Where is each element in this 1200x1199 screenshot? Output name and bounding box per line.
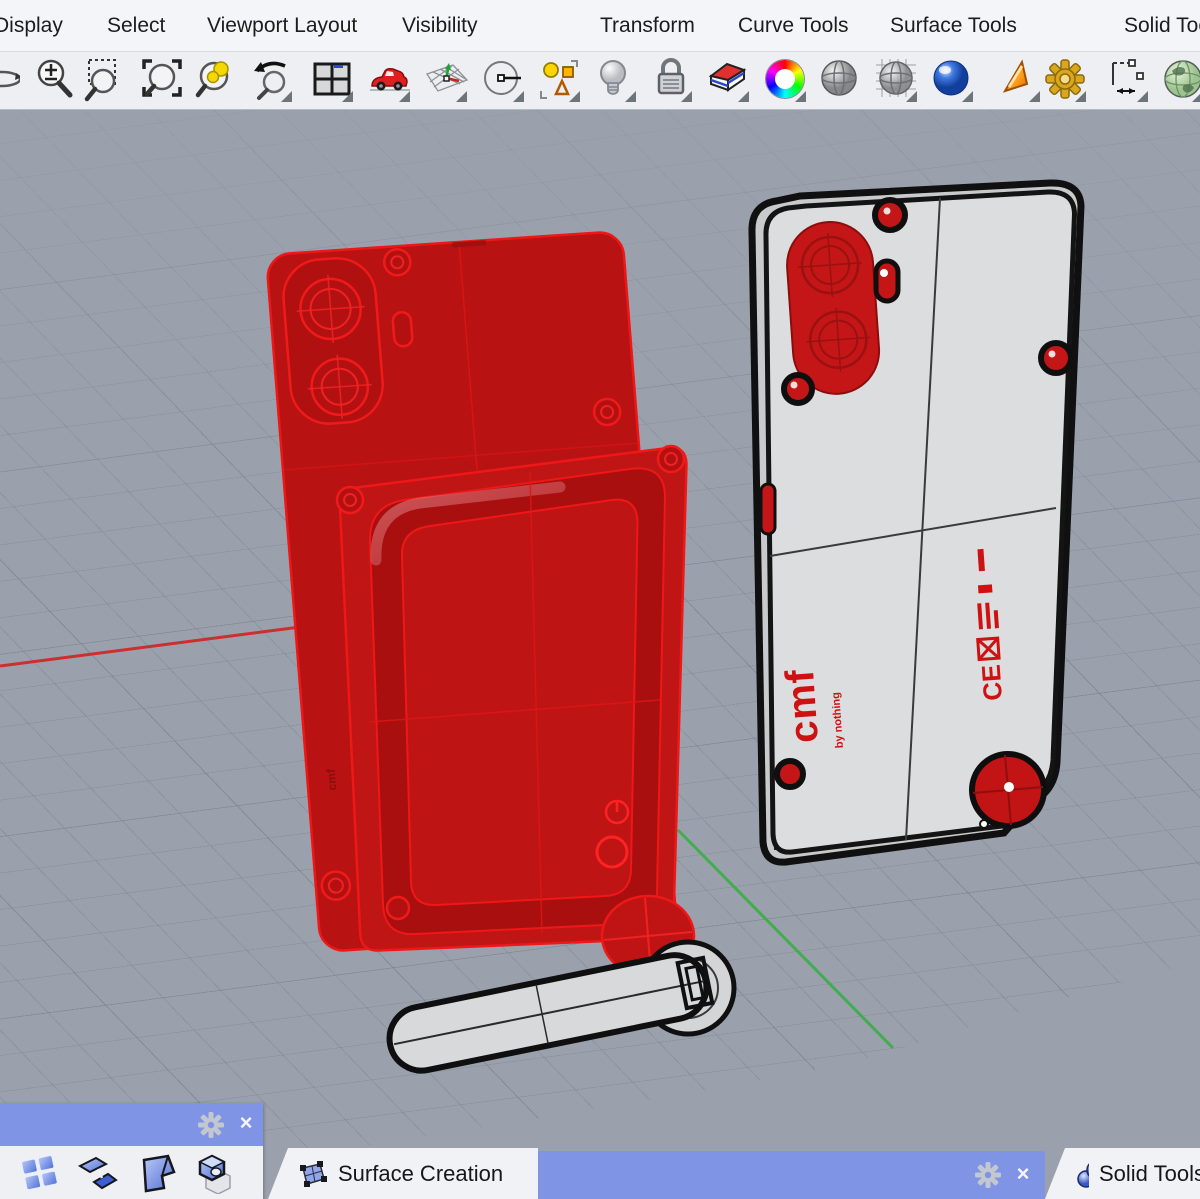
dock-close-icon[interactable]: × [1010,1160,1036,1188]
kickstand-model[interactable] [384,939,737,1076]
flyout-indicator [795,91,806,102]
zoom-extents-icon[interactable] [140,57,186,105]
cursor-cone-icon[interactable] [997,57,1043,105]
circle-tool-icon[interactable] [481,57,527,105]
menu-bar: Display Select Viewport Layout Visibilit… [0,0,1200,52]
lock-objects-icon[interactable] [649,57,695,105]
orbit-view-icon[interactable] [0,57,20,105]
svg-text:cmf: cmf [324,768,340,791]
cplane-grid-icon[interactable] [424,57,470,105]
bent-sheet-icon[interactable] [134,1152,178,1194]
svg-text:CE: CE [976,664,1008,702]
menu-select[interactable]: Select [107,0,165,52]
control-point-surface-icon [300,1160,327,1187]
flyout-indicator [681,91,692,102]
hide-lightbulb-icon[interactable] [593,57,639,105]
gray-phone-back-model[interactable]: cmf by nothing CE [748,179,1085,866]
named-view-car-icon[interactable] [367,57,413,105]
rhino-3d-window: { "menu": { "items": ["Display", "Select… [0,0,1200,1199]
surface-pair-icon[interactable] [76,1152,120,1194]
rendered-view-sphere-icon[interactable] [930,57,976,105]
scene-3d: cmf cmf by nothing CE [0,179,1085,1076]
menu-viewport-layout[interactable]: Viewport Layout [207,0,357,52]
cube-extrude-icon[interactable] [192,1152,236,1194]
tab-label: Surface Creation [338,1160,504,1186]
flyout-indicator [962,91,973,102]
menu-curve-tools[interactable]: Curve Tools [738,0,849,52]
flyout-indicator [625,91,636,102]
flyout-indicator [738,91,749,102]
flyout-indicator [906,91,917,102]
flyout-indicator [1137,91,1148,102]
viewport-layout-icon[interactable] [310,57,356,105]
solid-spheres-icon [1077,1159,1089,1188]
tab-surface-creation[interactable]: Surface Creation [268,1148,538,1199]
tab-solid-tools[interactable]: Solid Tools [1045,1148,1200,1199]
flyout-indicator [1075,91,1086,102]
flyout-indicator [342,91,353,102]
selection-filter-shapes-icon[interactable] [537,57,583,105]
flyout-indicator [281,91,292,102]
floating-toolbar-panel: × [0,1103,263,1199]
zoom-dynamic-icon[interactable] [32,57,78,105]
svg-text:cmf: cmf [778,667,827,744]
menu-transform[interactable]: Transform [600,0,695,52]
main-toolbar [0,52,1200,110]
undo-view-icon[interactable] [249,57,295,105]
panel-gear-icon[interactable] [197,1111,225,1139]
ghosted-view-sphere-icon[interactable] [874,57,920,105]
perspective-viewport[interactable]: cmf cmf by nothing CE × [0,110,1200,1199]
tab-label: Solid Tools [1099,1160,1200,1186]
dock-title-bar[interactable]: × [538,1151,1045,1199]
layer-pie-icon[interactable] [706,57,752,105]
menu-display[interactable]: Display [0,0,63,52]
dock-gear-icon[interactable] [974,1161,1002,1189]
flyout-indicator [1029,91,1040,102]
red-phone-back-model[interactable]: cmf [266,231,688,952]
dimension-tool-icon[interactable] [1105,57,1151,105]
earth-globe-icon[interactable] [1160,57,1200,105]
menu-visibility[interactable]: Visibility [402,0,477,52]
zoom-window-icon[interactable] [84,57,130,105]
zoom-selected-icon[interactable] [195,57,241,105]
options-gear-icon[interactable] [1043,57,1089,105]
menu-solid-tools[interactable]: Solid Tools [1124,0,1200,52]
flyout-indicator [513,91,524,102]
panel-title-bar[interactable]: × [0,1103,263,1146]
flyout-indicator [399,91,410,102]
panel-close-icon[interactable]: × [233,1109,259,1137]
color-wheel-icon[interactable] [763,57,809,105]
flyout-indicator [1192,91,1200,102]
shaded-view-sphere-icon[interactable] [818,57,864,105]
menu-surface-tools[interactable]: Surface Tools [890,0,1017,52]
quad-panels-icon[interactable] [18,1152,62,1194]
flyout-indicator [569,91,580,102]
x-axis [0,625,301,668]
flyout-indicator [456,91,467,102]
